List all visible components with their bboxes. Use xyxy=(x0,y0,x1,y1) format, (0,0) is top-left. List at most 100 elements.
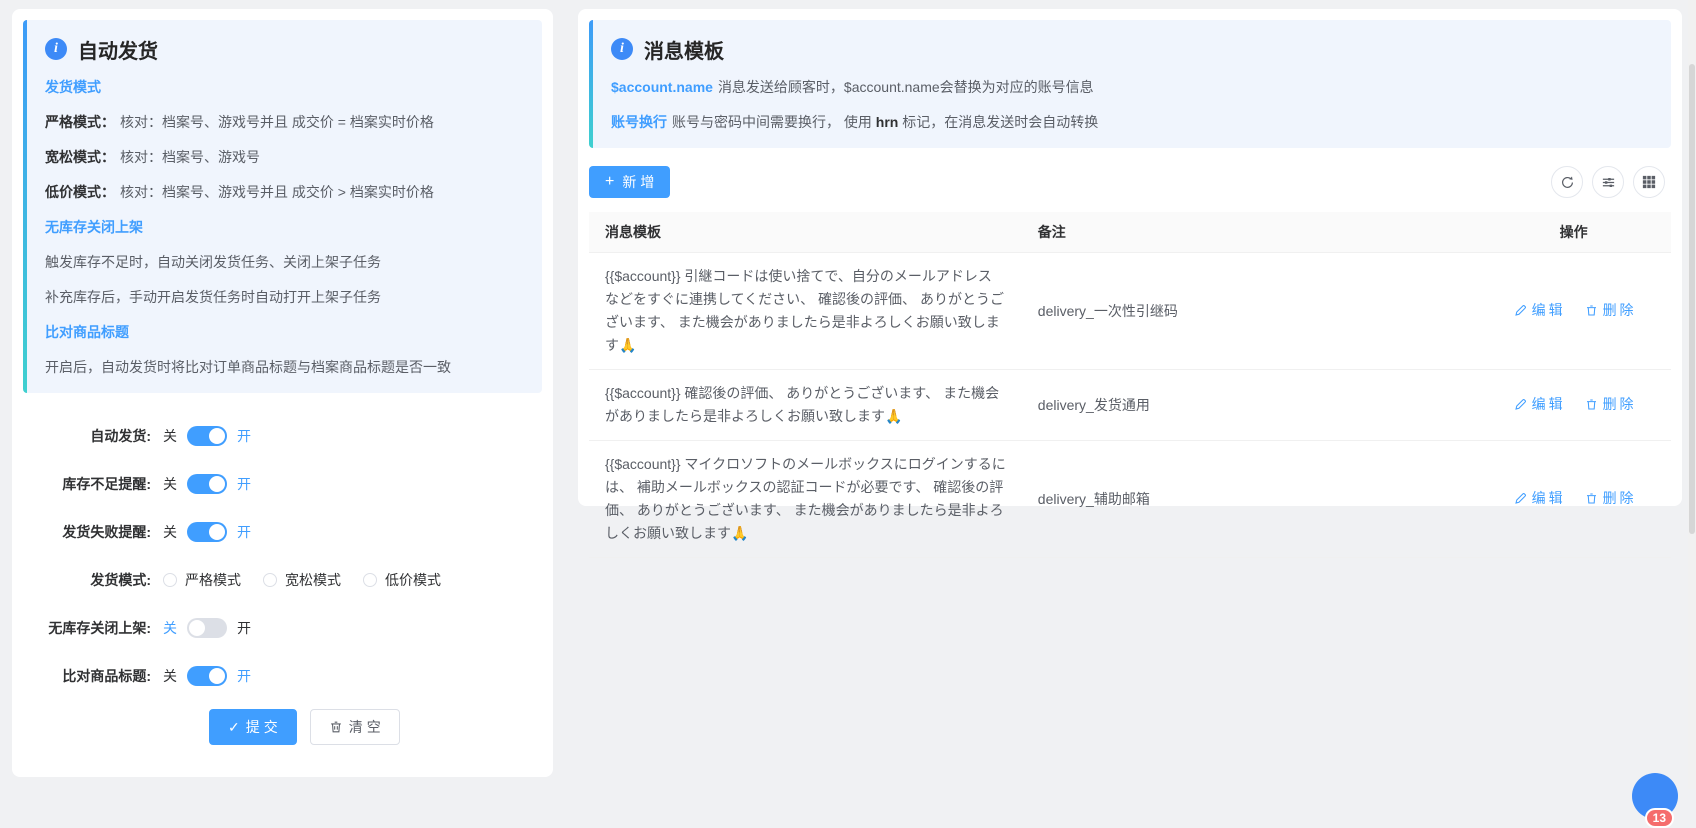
info-line-text: 标记，在消息发送时会自动转换 xyxy=(902,114,1099,130)
info-line: 宽松模式： 核对：档案号、游戏号 xyxy=(45,148,522,167)
radio-label: 严格模式 xyxy=(185,572,241,588)
radio-loose-mode[interactable]: 宽松模式 xyxy=(263,570,341,590)
density-icon xyxy=(1602,177,1614,187)
no-stock-close-toggle[interactable] xyxy=(187,618,227,638)
auto-delivery-title-row: i 自动发货 xyxy=(45,36,522,63)
check-icon: ✓ xyxy=(228,718,240,735)
info-line: 严格模式： 核对：档案号、游戏号并且 成交价 = 档案实时价格 xyxy=(45,113,522,132)
radio-strict-mode[interactable]: 严格模式 xyxy=(163,570,241,590)
switch-on-label: 开 xyxy=(237,668,251,684)
form-row-auto-delivery: 自动发货: 关 开 xyxy=(23,421,542,451)
refresh-button[interactable] xyxy=(1551,166,1583,198)
info-line-account-name: $account.name 消息发送给顾客时，$account.name会替换为对… xyxy=(611,78,1651,97)
info-icon: i xyxy=(45,38,67,60)
info-line-text: 补充库存后，手动开启发货任务时自动打开上架子任务 xyxy=(45,289,381,305)
form-label: 无库存关闭上架: xyxy=(48,620,151,636)
submit-button[interactable]: ✓ 提交 xyxy=(209,709,297,745)
form-label: 库存不足提醒: xyxy=(62,476,151,492)
form-row-stock-alert: 库存不足提醒: 关 开 xyxy=(23,469,542,499)
switch-off-label: 关 xyxy=(163,476,177,492)
edit-label: 编辑 xyxy=(1531,489,1566,506)
add-button[interactable]: + 新增 xyxy=(589,166,671,198)
message-template-info-box: i 消息模板 $account.name 消息发送给顾客时，$account.na… xyxy=(589,20,1671,148)
delete-trash-icon xyxy=(1586,493,1596,503)
table-row: {{$account}} 確認後の評価、 ありがとうございます、 また機会があり… xyxy=(589,369,1671,441)
line-break-link: 账号换行 xyxy=(611,114,667,130)
col-header-actions: 操作 xyxy=(1476,212,1671,253)
info-line-text: 消息发送给顾客时，$account.name会替换为对应的账号信息 xyxy=(717,79,1094,95)
hrn-code: hrn xyxy=(875,114,899,130)
form-label: 自动发货: xyxy=(90,428,151,444)
template-cell: {{$account}} マイクロソフトのメールボックスにログインするには、 補… xyxy=(589,440,1022,558)
table-row: {{$account}} マイクロソフトのメールボックスにログインするには、 補… xyxy=(589,440,1671,558)
note-cell: delivery_一次性引继码 xyxy=(1021,252,1477,370)
info-icon: i xyxy=(611,38,633,60)
radio-label: 宽松模式 xyxy=(285,572,341,588)
radio-icon xyxy=(263,573,277,587)
columns-grid-icon xyxy=(1642,175,1656,189)
delete-label: 删除 xyxy=(1602,489,1637,506)
delete-button[interactable]: 删除 xyxy=(1585,487,1634,510)
switch-off-label: 关 xyxy=(163,668,177,684)
col-header-template: 消息模板 xyxy=(589,212,1022,253)
note-cell: delivery_辅助邮箱 xyxy=(1021,440,1477,558)
switch-on-label: 开 xyxy=(237,428,251,444)
column-settings-button[interactable] xyxy=(1633,166,1665,198)
info-line-text: 核对：档案号、游戏号并且 成交价 > 档案实时价格 xyxy=(120,184,434,200)
table-row: {{$account}} 引継コードは使い捨てで、自分のメールアドレスなどをすぐ… xyxy=(589,252,1671,370)
submit-label: 提交 xyxy=(245,719,282,735)
auto-delivery-toggle[interactable] xyxy=(187,426,227,446)
panel-title: 消息模板 xyxy=(644,40,724,63)
switch-on-label: 开 xyxy=(237,620,251,636)
info-line: 触发库存不足时，自动关闭发货任务、关闭上架子任务 xyxy=(45,253,522,272)
template-cell: {{$account}} 確認後の評価、 ありがとうございます、 また機会があり… xyxy=(589,369,1022,441)
section-heading-delivery-mode: 发货模式 xyxy=(45,79,101,95)
table-toolbar: + 新增 xyxy=(589,166,1671,198)
delete-trash-icon xyxy=(1586,305,1596,315)
edit-button[interactable]: 编辑 xyxy=(1514,487,1563,510)
toolbar-icon-buttons xyxy=(1551,166,1665,198)
compare-title-toggle[interactable] xyxy=(187,666,227,686)
fail-alert-toggle[interactable] xyxy=(187,522,227,542)
edit-pencil-icon xyxy=(1514,492,1526,504)
radio-icon xyxy=(363,573,377,587)
add-label: 新增 xyxy=(622,174,659,190)
notification-badge: 13 xyxy=(1644,808,1674,828)
delete-button[interactable]: 删除 xyxy=(1585,393,1634,416)
scrollbar-thumb[interactable] xyxy=(1689,64,1695,534)
trash-icon xyxy=(330,721,341,733)
clear-button[interactable]: 清空 xyxy=(309,709,400,745)
info-line-text: 开启后，自动发货时将比对订单商品标题与档案商品标题是否一致 xyxy=(45,359,451,375)
page-title: 自动发货 xyxy=(78,40,158,63)
delete-label: 删除 xyxy=(1602,395,1637,412)
info-line-label: 低价模式： xyxy=(45,184,115,200)
radio-label: 低价模式 xyxy=(385,572,441,588)
scrollbar-track[interactable] xyxy=(1688,0,1696,789)
form-label: 比对商品标题: xyxy=(62,668,151,684)
form-row-compare-title: 比对商品标题: 关 开 xyxy=(23,661,542,691)
clear-label: 清空 xyxy=(348,719,385,735)
info-line-text: 核对：档案号、游戏号 xyxy=(120,149,260,165)
section-heading-compare-title: 比对商品标题 xyxy=(45,324,129,340)
form-row-fail-alert: 发货失败提醒: 关 开 xyxy=(23,517,542,547)
stock-alert-toggle[interactable] xyxy=(187,474,227,494)
col-header-note: 备注 xyxy=(1021,212,1477,253)
edit-pencil-icon xyxy=(1514,304,1526,316)
edit-button[interactable]: 编辑 xyxy=(1514,393,1563,416)
radio-icon xyxy=(163,573,177,587)
delete-button[interactable]: 删除 xyxy=(1585,299,1634,322)
switch-off-label: 关 xyxy=(163,620,177,636)
floating-chat-button[interactable]: 13 xyxy=(1632,773,1678,828)
radio-lowprice-mode[interactable]: 低价模式 xyxy=(363,570,441,590)
auto-delivery-info-box: i 自动发货 发货模式 严格模式： 核对：档案号、游戏号并且 成交价 = 档案实时… xyxy=(23,20,542,393)
form-actions: ✓ 提交 清空 xyxy=(209,709,542,745)
edit-button[interactable]: 编辑 xyxy=(1514,299,1563,322)
info-line-text: 核对：档案号、游戏号并且 成交价 = 档案实时价格 xyxy=(120,114,434,130)
message-template-title-row: i 消息模板 xyxy=(611,36,1651,63)
switch-off-label: 关 xyxy=(163,524,177,540)
form-row-no-stock-close: 无库存关闭上架: 关 开 xyxy=(23,613,542,643)
info-line-label: 严格模式： xyxy=(45,114,115,130)
density-button[interactable] xyxy=(1592,166,1624,198)
section-heading-no-stock: 无库存关闭上架 xyxy=(45,219,143,235)
auto-delivery-panel: i 自动发货 发货模式 严格模式： 核对：档案号、游戏号并且 成交价 = 档案实时… xyxy=(12,9,553,777)
